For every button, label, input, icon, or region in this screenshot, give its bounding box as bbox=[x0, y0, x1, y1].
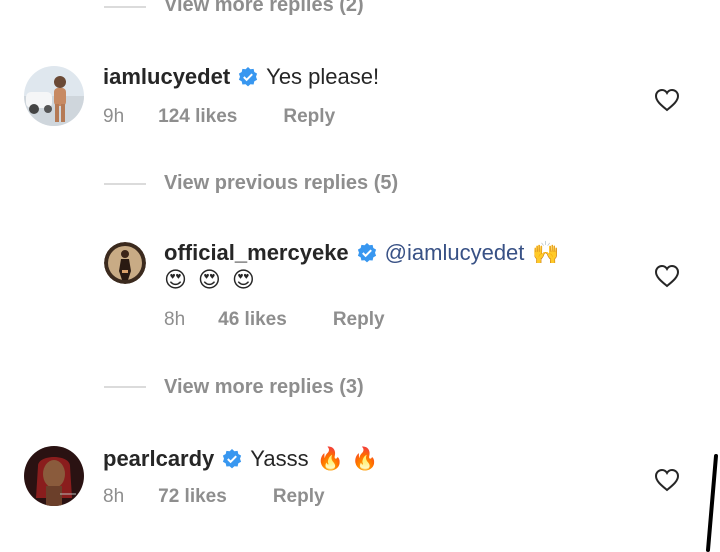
comment-text: Yasss bbox=[250, 446, 309, 471]
avatar[interactable] bbox=[24, 66, 84, 126]
verified-badge-icon bbox=[239, 67, 258, 87]
comment-username[interactable]: pearlcardy bbox=[103, 446, 214, 472]
comment-text: Yes please! bbox=[266, 64, 380, 89]
like-heart-icon[interactable] bbox=[654, 264, 680, 288]
reply-button[interactable]: Reply bbox=[273, 486, 325, 508]
comment-likes[interactable]: 124 likes bbox=[158, 106, 237, 128]
pen-stroke-mark bbox=[706, 454, 718, 552]
reply-button[interactable]: Reply bbox=[283, 106, 335, 128]
thread-line bbox=[104, 386, 146, 388]
avatar-photo-icon bbox=[104, 242, 146, 284]
comment-likes[interactable]: 72 likes bbox=[158, 486, 227, 508]
comment-likes[interactable]: 46 likes bbox=[218, 309, 287, 331]
like-heart-icon[interactable] bbox=[654, 468, 680, 492]
comment-meta: 8h 72 likes Reply bbox=[103, 486, 325, 508]
view-previous-replies[interactable]: View previous replies (5) bbox=[164, 172, 398, 195]
verified-badge-icon bbox=[357, 243, 376, 263]
comment-time: 8h bbox=[103, 486, 125, 507]
comment-time: 8h bbox=[164, 309, 186, 330]
comment-username[interactable]: official_mercyeke bbox=[164, 240, 349, 266]
comment-line: pearlcardy Yasss 🔥 🔥 bbox=[103, 446, 378, 472]
avatar-photo-icon bbox=[24, 66, 84, 126]
avatar[interactable] bbox=[24, 446, 84, 506]
avatar[interactable] bbox=[104, 242, 146, 284]
comment-line: official_mercyeke @iamlucyedet 🙌 bbox=[164, 240, 560, 266]
thread-line bbox=[104, 183, 146, 185]
verified-badge-icon bbox=[223, 449, 242, 469]
view-more-replies[interactable]: View more replies (3) bbox=[164, 376, 364, 399]
view-more-replies-top[interactable]: View more replies (2) bbox=[164, 0, 364, 17]
thread-line bbox=[104, 6, 146, 8]
comment-meta: 8h 46 likes Reply bbox=[164, 309, 385, 331]
comment-meta: 9h 124 likes Reply bbox=[103, 106, 335, 128]
fire-emoji-icon: 🔥 🔥 bbox=[316, 446, 379, 472]
avatar-photo-icon bbox=[24, 446, 84, 506]
mention-link[interactable]: @iamlucyedet bbox=[385, 240, 525, 266]
heart-eyes-emoji-icon: 😍 😍 😍 bbox=[164, 268, 257, 293]
raised-hands-emoji-icon: 🙌 bbox=[532, 240, 560, 266]
like-heart-icon[interactable] bbox=[654, 88, 680, 112]
comment-username[interactable]: iamlucyedet bbox=[103, 64, 230, 90]
comment-time: 9h bbox=[103, 106, 125, 127]
comment-line: iamlucyedet Yes please! bbox=[103, 64, 379, 90]
reply-button[interactable]: Reply bbox=[333, 309, 385, 331]
